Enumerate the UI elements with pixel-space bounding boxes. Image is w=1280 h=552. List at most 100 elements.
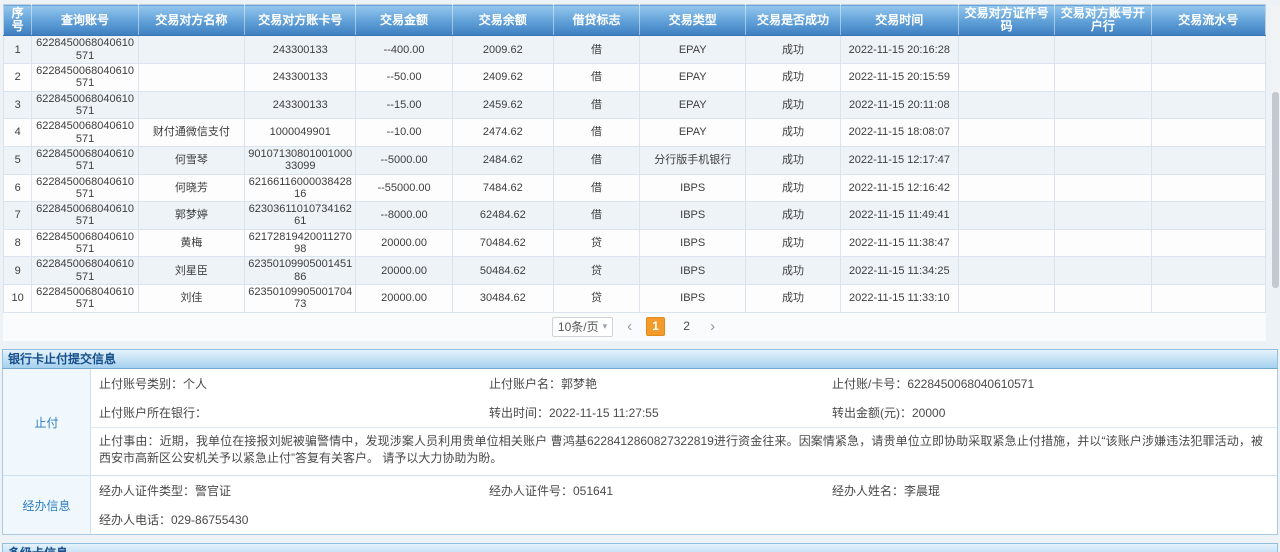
cell: 6216611600003842816 xyxy=(245,174,356,202)
cell xyxy=(959,36,1055,64)
cell: 62484.62 xyxy=(452,202,553,230)
stop-payment-block: 止付 止付账号类别：个人 止付账户名：郭梦艳 止付账/卡号：6228450068… xyxy=(3,369,1277,476)
cell: 贷 xyxy=(553,285,639,313)
stop-payment-section: 银行卡止付提交信息 止付 止付账号类别：个人 止付账户名：郭梦艳 止付账/卡号：… xyxy=(2,349,1278,536)
cell: 50484.62 xyxy=(452,257,553,285)
cell xyxy=(1151,257,1266,285)
cell: 成功 xyxy=(746,229,840,257)
next-page-button[interactable]: › xyxy=(708,318,717,335)
cell xyxy=(1151,36,1266,64)
cell xyxy=(138,91,244,119)
cell: 成功 xyxy=(746,174,840,202)
cell: 借 xyxy=(553,174,639,202)
cell: 借 xyxy=(553,36,639,64)
cell: 6228450068040610571 xyxy=(32,36,138,64)
cell: 20000.00 xyxy=(356,285,452,313)
cell xyxy=(1151,174,1266,202)
section-title-stop-payment: 银行卡止付提交信息 xyxy=(2,349,1278,369)
chevron-down-icon: ▾ xyxy=(603,321,608,332)
operator-block: 经办信息 经办人证件类型：警官证 经办人证件号：051641 经办人姓名：李晨琨… xyxy=(3,475,1277,534)
cell: 6235010990500145186 xyxy=(245,257,356,285)
field-account-name: 止付账户名：郭梦艳 xyxy=(489,375,832,392)
col-header-serial: 交易流水号 xyxy=(1151,5,1266,36)
cell: 成功 xyxy=(746,91,840,119)
stop-payment-reason: 止付事由：近期，我单位在接报刘妮被骗警情中，发现涉案人员利用贵单位相关账户 曹鸿… xyxy=(91,427,1277,476)
cell: 20000.00 xyxy=(356,229,452,257)
cell: 7 xyxy=(4,202,32,230)
cell: IBPS xyxy=(640,285,746,313)
cell xyxy=(959,229,1055,257)
prev-page-button[interactable]: ‹ xyxy=(625,318,634,335)
cell: EPAY xyxy=(640,91,746,119)
cell: 7484.62 xyxy=(452,174,553,202)
cell: 2022-11-15 18:08:07 xyxy=(840,119,959,147)
cell: 5 xyxy=(4,146,32,174)
transaction-row: 46228450068040610571 财付通微信支付1000049901 -… xyxy=(4,119,1266,147)
cell xyxy=(1055,36,1151,64)
vertical-scrollbar[interactable] xyxy=(1271,6,1280,288)
transaction-row: 66228450068040610571 何晓芳6216611600003842… xyxy=(4,174,1266,202)
cell xyxy=(1151,146,1266,174)
cell: EPAY xyxy=(640,36,746,64)
field-transfer-time: 转出时间：2022-11-15 11:27:55 xyxy=(489,404,832,421)
cell: 何晓芳 xyxy=(138,174,244,202)
transactions-panel: 序号 查询账号 交易对方名称 交易对方账卡号 交易金额 交易余额 借贷标志 交易… xyxy=(3,4,1266,313)
cell: --8000.00 xyxy=(356,202,452,230)
cell xyxy=(1055,119,1151,147)
scrollbar-thumb[interactable] xyxy=(1272,92,1279,288)
cell: --50.00 xyxy=(356,64,452,92)
cell: 成功 xyxy=(746,202,840,230)
field-row: 止付账户所在银行： 转出时间：2022-11-15 11:27:55 转出金额(… xyxy=(91,398,1277,427)
cell: 成功 xyxy=(746,36,840,64)
page-button-2[interactable]: 2 xyxy=(677,317,696,336)
cell xyxy=(959,119,1055,147)
cell xyxy=(1055,64,1151,92)
cell: EPAY xyxy=(640,119,746,147)
cell: 2 xyxy=(4,64,32,92)
cell: IBPS xyxy=(640,257,746,285)
stop-payment-content: 止付账号类别：个人 止付账户名：郭梦艳 止付账/卡号：6228450068040… xyxy=(91,369,1277,476)
cell: 8 xyxy=(4,229,32,257)
cell xyxy=(1151,119,1266,147)
cell: 9010713080100100033099 xyxy=(245,146,356,174)
cell: 243300133 xyxy=(245,91,356,119)
cell xyxy=(1055,174,1151,202)
cell: 4 xyxy=(4,119,32,147)
cell: 何雪琴 xyxy=(138,146,244,174)
cell xyxy=(1055,91,1151,119)
col-header-counterparty-id: 交易对方证件号码 xyxy=(959,5,1055,36)
cell: 70484.62 xyxy=(452,229,553,257)
cell xyxy=(1151,64,1266,92)
cell xyxy=(138,64,244,92)
page-size-label: 10条/页 xyxy=(558,318,599,335)
field-operator-id-number: 经办人证件号：051641 xyxy=(489,482,832,499)
cell: 借 xyxy=(553,91,639,119)
cell: 10 xyxy=(4,285,32,313)
cell: 2474.62 xyxy=(452,119,553,147)
cell: 30484.62 xyxy=(452,285,553,313)
cell: 贷 xyxy=(553,229,639,257)
field-account-type: 止付账号类别：个人 xyxy=(99,375,489,392)
cell: 2409.62 xyxy=(452,64,553,92)
cell: 2022-11-15 11:33:10 xyxy=(840,285,959,313)
transaction-row: 106228450068040610571 刘佳6235010990500170… xyxy=(4,285,1266,313)
cell: 6217281942001127098 xyxy=(245,229,356,257)
transaction-row: 26228450068040610571 243300133 --50.0024… xyxy=(4,64,1266,92)
transactions-body: 16228450068040610571 243300133 --400.002… xyxy=(4,36,1266,312)
col-header-debit-credit: 借贷标志 xyxy=(553,5,639,36)
transaction-row: 86228450068040610571 黄梅62172819420011270… xyxy=(4,229,1266,257)
cell: 6228450068040610571 xyxy=(32,64,138,92)
col-header-type: 交易类型 xyxy=(640,5,746,36)
cell: --5000.00 xyxy=(356,146,452,174)
cell: 财付通微信支付 xyxy=(138,119,244,147)
operator-block-label: 经办信息 xyxy=(3,476,91,534)
transaction-row: 56228450068040610571 何雪琴9010713080100100… xyxy=(4,146,1266,174)
cell xyxy=(959,285,1055,313)
section-title-multi-card: 多级卡信息 xyxy=(2,543,1278,552)
cell: 贷 xyxy=(553,257,639,285)
cell xyxy=(1055,285,1151,313)
page-button-1[interactable]: 1 xyxy=(646,317,665,336)
field-row: 经办人证件类型：警官证 经办人证件号：051641 经办人姓名：李晨琨 xyxy=(91,476,1277,505)
page-size-select[interactable]: 10条/页 ▾ xyxy=(552,317,613,337)
col-header-amount: 交易金额 xyxy=(356,5,452,36)
